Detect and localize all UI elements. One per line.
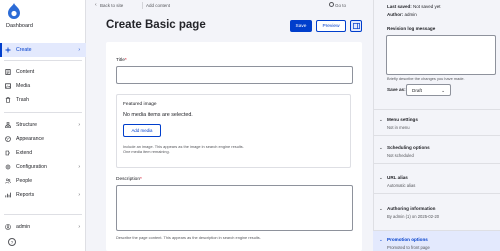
dashboard-link[interactable]: Dashboard [6,23,33,29]
configuration-icon [5,164,11,170]
divider [4,112,82,113]
help-icon[interactable]: ? [8,238,16,246]
structure-icon [5,122,11,128]
sidebar-item-label: People [16,178,33,184]
accordion-title: Scheduling options [387,145,430,150]
description-label: Description* [116,177,142,182]
user-icon [5,224,11,230]
title-input[interactable] [116,66,353,84]
author-info: Author: admin [387,12,417,17]
sidebar-item-create[interactable]: Create › [0,43,86,57]
no-media-message: No media items are selected. [123,112,193,118]
accordion-authoring-information[interactable]: ⌄ Authoring information By admin (1) on … [373,193,500,230]
page-title: Create Basic page [106,19,206,31]
breadcrumb-add-content[interactable]: Add content [146,3,170,8]
accordion-promotion-options[interactable]: ⌄ Promotion options Promoted to front pa… [373,230,500,251]
save-button[interactable]: Save [290,20,312,32]
accordion-summary: Promoted to front page [387,245,430,250]
sidebar-item-reports[interactable]: Reports › [0,188,86,202]
add-media-button[interactable]: Add media [123,124,161,137]
accordion-url-alias[interactable]: ⌄ URL alias Automatic alias [373,163,500,193]
chevron-down-icon: ⌄ [379,117,383,122]
top-bar: ‹ Back to site Add content Go to [86,0,373,12]
title-label: Title* [116,58,127,63]
accordion-title: Menu settings [387,117,418,122]
accordion-summary: By admin (1) on 2025-02-20 [387,214,440,219]
divider [4,60,82,61]
save-as-select[interactable]: Draft ⌄ [406,84,451,96]
sidebar-item-configuration[interactable]: Configuration › [0,160,86,174]
extend-icon [5,150,11,156]
goto-link[interactable]: Go to [335,3,346,8]
chevron-right-icon: › [78,47,80,53]
sidebar-item-appearance[interactable]: Appearance [0,132,86,146]
accordion-scheduling-options[interactable]: ⌄ Scheduling options Not scheduled [373,135,500,163]
sidebar-item-label: Trash [16,97,30,103]
sidebar-item-people[interactable]: People [0,174,86,188]
reports-icon [5,192,11,198]
revision-log-help: Briefly describe the changes you have ma… [387,76,465,81]
accordion-title: URL alias [387,175,408,180]
save-as-value: Draft [412,87,422,93]
chevron-right-icon: › [78,122,80,128]
sidebar-item-extend[interactable]: Extend [0,146,86,160]
chevron-down-icon: ⌄ [379,237,383,242]
sidebar-item-label: Structure [16,122,38,128]
trash-icon [5,97,11,103]
drupal-logo-icon[interactable] [7,3,21,19]
accordion-summary: Not in menu [387,125,410,130]
description-textarea[interactable] [116,185,353,231]
chevron-down-icon: ⌄ [379,145,383,150]
sidebar-item-label: Reports [16,192,35,198]
preview-button[interactable]: Preview [316,20,346,32]
back-arrow-icon[interactable]: ‹ [95,2,97,8]
revision-log-textarea[interactable] [386,35,496,75]
chevron-right-icon: › [78,224,80,230]
sidebar-user-menu[interactable]: admin › [0,220,86,234]
people-icon [5,178,11,184]
revision-log-label: Revision log message [387,26,436,31]
sidebar-item-trash[interactable]: Trash [0,93,86,107]
save-as-label: Save as: [387,87,406,92]
accordion-title: Authoring information [387,206,436,211]
user-name: admin [16,224,31,230]
accordion-title: Promotion options [387,237,428,242]
featured-image-remaining: One media item remaining. [123,149,170,154]
chevron-right-icon: › [78,164,80,170]
content-icon [5,69,11,75]
back-to-site-link[interactable]: Back to site [100,3,123,8]
divider [4,214,82,215]
sidebar-toggle-button[interactable] [350,20,362,32]
appearance-icon [5,136,11,142]
chevron-right-icon: › [78,192,80,198]
description-help: Describe the page content. This appears … [116,235,261,240]
last-saved: Last saved: Not saved yet [387,4,441,9]
media-icon [5,83,11,89]
chevron-down-icon: ⌄ [379,175,383,180]
sidebar-item-label: Media [16,83,31,89]
sidebar-item-label: Content [16,69,35,75]
chevron-down-icon: ⌄ [441,88,445,93]
divider [142,2,143,9]
accordion-summary: Not scheduled [387,153,414,158]
featured-image-legend: Featured image [123,102,157,107]
sidebar-item-content[interactable]: Content [0,65,86,79]
sidebar-item-label: Configuration [16,164,47,170]
sidebar-item-label: Appearance [16,136,44,142]
sidebar-item-media[interactable]: Media [0,79,86,93]
sidebar-item-label: Create [16,47,32,53]
sidebar-panel-icon [352,23,360,29]
sidebar-item-structure[interactable]: Structure › [0,118,86,132]
chevron-down-icon: ⌄ [379,206,383,211]
accordion-menu-settings[interactable]: ⌄ Menu settings Not in menu [373,109,500,135]
plus-icon [5,47,11,53]
goto-icon[interactable] [329,2,334,7]
accordion-summary: Automatic alias [387,183,416,188]
admin-sidebar: Dashboard Create › Content Media Trash S… [0,0,86,251]
sidebar-item-label: Extend [16,150,33,156]
